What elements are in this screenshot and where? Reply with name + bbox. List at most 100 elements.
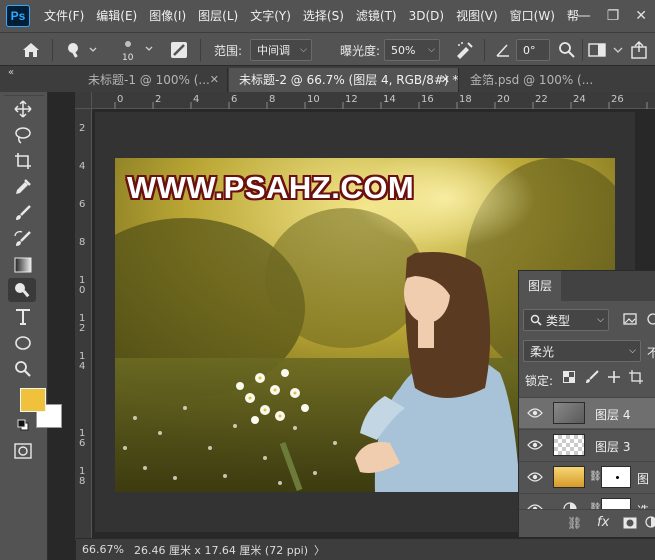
- link-layers-icon[interactable]: ⛓: [567, 516, 582, 530]
- foreground-color-swatch[interactable]: [20, 388, 46, 412]
- fx-button[interactable]: fx: [597, 515, 609, 530]
- ruler-label: 6: [231, 94, 238, 105]
- menu-3d[interactable]: 3D(D): [403, 0, 450, 32]
- menu-image[interactable]: 图像(I): [143, 0, 192, 32]
- angle-input[interactable]: 0°: [516, 39, 550, 61]
- layer-name: 图: [637, 472, 650, 486]
- menu-file[interactable]: 文件(F): [38, 0, 90, 32]
- menu-bar: Ps 文件(F) 编辑(E) 图像(I) 图层(L) 文字(Y) 选择(S) 滤…: [0, 0, 655, 32]
- chevron-down-icon: ⌵: [300, 45, 307, 55]
- layer-filter-select[interactable]: 类型 ⌵: [523, 309, 609, 331]
- restore-button[interactable]: ❐: [607, 8, 620, 24]
- exposure-label: 曝光度:: [340, 44, 381, 58]
- home-icon[interactable]: [18, 39, 44, 61]
- share-icon[interactable]: [628, 39, 650, 61]
- tab-gold-foil[interactable]: 金箔.psd @ 100% (...: [460, 68, 620, 92]
- lasso-tool-icon[interactable]: [12, 124, 34, 146]
- panel-layout-icon[interactable]: [586, 39, 608, 61]
- default-colors-icon[interactable]: [16, 418, 30, 432]
- close-tab-icon[interactable]: ✕: [210, 68, 219, 92]
- range-select[interactable]: 中间调 ⌵: [250, 39, 312, 61]
- layers-tab[interactable]: 图层: [519, 271, 561, 301]
- ruler-label: 16: [421, 94, 434, 105]
- lock-pixels-icon[interactable]: [585, 370, 599, 387]
- lock-artboard-icon[interactable]: [629, 370, 643, 387]
- vertical-ruler[interactable]: 2 4 6 8 1 0 1 2 1 4 1 6 1 8: [75, 109, 92, 540]
- layer-row[interactable]: 图层 4: [519, 397, 655, 428]
- quick-mask-icon[interactable]: [12, 440, 34, 462]
- move-tool-icon[interactable]: [12, 98, 34, 120]
- layer-thumbnail: [553, 402, 585, 424]
- divider: [200, 39, 201, 61]
- zoom-level[interactable]: 66.67%: [82, 543, 124, 556]
- airbrush-icon: [457, 42, 473, 59]
- range-label: 范围:: [214, 44, 243, 58]
- menu-filter[interactable]: 滤镜(T): [350, 0, 403, 32]
- airbrush-toggle[interactable]: [452, 39, 476, 61]
- lock-position-icon[interactable]: [607, 370, 621, 387]
- layers-panel-footer: ⛓ fx: [519, 509, 655, 537]
- visibility-eye-icon[interactable]: [527, 407, 543, 419]
- menu-view[interactable]: 视图(V): [450, 0, 504, 32]
- link-icon: ⛓: [589, 471, 602, 482]
- menu-select[interactable]: 选择(S): [297, 0, 350, 32]
- ruler-label: 12: [345, 94, 358, 105]
- status-menu-icon[interactable]: 〉: [314, 542, 325, 558]
- new-adjustment-icon[interactable]: [645, 516, 655, 528]
- close-tab-icon[interactable]: ✕: [441, 68, 450, 92]
- menu-window[interactable]: 窗口(W): [504, 0, 561, 32]
- tool-preset-picker[interactable]: [62, 39, 100, 61]
- ruler-label: 10: [307, 94, 320, 105]
- add-mask-icon[interactable]: [623, 517, 637, 529]
- chevron-down-icon[interactable]: [610, 39, 626, 61]
- exposure-input[interactable]: 50% ⌵: [384, 39, 440, 61]
- minimize-button[interactable]: —: [577, 8, 591, 24]
- menu-layer[interactable]: 图层(L): [192, 0, 244, 32]
- layer-row[interactable]: ⛓ 图: [519, 461, 655, 492]
- brush-size-picker[interactable]: 10: [112, 37, 158, 63]
- close-button[interactable]: ✕: [635, 8, 647, 24]
- type-tool-icon[interactable]: [12, 306, 34, 328]
- mask-dot: [616, 476, 619, 479]
- dodge-icon: [68, 43, 97, 58]
- ruler-label: 14: [383, 94, 396, 105]
- eyedropper-tool-icon[interactable]: [12, 176, 34, 198]
- tab-untitled-2[interactable]: 未标题-2 @ 66.7% (图层 4, RGB/8#) * ✕: [229, 68, 459, 92]
- collapse-panel-icon[interactable]: «: [8, 67, 14, 78]
- blend-mode-select[interactable]: 柔光 ⌵: [523, 340, 641, 362]
- tab-untitled-1[interactable]: 未标题-1 @ 100% (... ✕: [78, 68, 228, 92]
- ruler-label: 8: [79, 237, 86, 248]
- gradient-tool-icon[interactable]: [12, 254, 34, 276]
- visibility-eye-icon[interactable]: [527, 439, 543, 451]
- ruler-label: 20: [497, 94, 510, 105]
- dodge-tool-icon[interactable]: [8, 278, 36, 302]
- window-controls: — ❐ ✕: [577, 0, 647, 32]
- ruler-label: 18: [459, 94, 472, 105]
- ruler-label: 1 0: [79, 275, 86, 296]
- ellipse-tool-icon[interactable]: [12, 332, 34, 354]
- brush-settings-icon: [171, 42, 187, 58]
- divider: [484, 39, 485, 61]
- layer-name: 图层 3: [595, 440, 631, 454]
- horizontal-ruler[interactable]: 0 2 4 6 8 10 12 14 16 18 20 22 24 26: [75, 92, 655, 109]
- tab-label: 未标题-2 @ 66.7% (图层 4, RGB/8#) *: [239, 73, 459, 87]
- layer-row[interactable]: 图层 3: [519, 429, 655, 460]
- visibility-eye-icon[interactable]: [527, 471, 543, 483]
- layer-mask-thumbnail[interactable]: [601, 466, 631, 488]
- menu-type[interactable]: 文字(Y): [244, 0, 297, 32]
- ruler-label: 26: [611, 94, 624, 105]
- zoom-tool-icon[interactable]: [12, 358, 34, 380]
- blend-mode-value: 柔光: [530, 344, 555, 359]
- brush-tool-icon[interactable]: [12, 202, 34, 224]
- ruler-origin[interactable]: [75, 92, 92, 109]
- image-filter-icon[interactable]: [623, 313, 639, 327]
- crop-tool-icon[interactable]: [12, 150, 34, 172]
- lock-transparent-icon[interactable]: [563, 371, 575, 386]
- adjustment-filter-icon[interactable]: [647, 313, 655, 327]
- brush-panel-toggle[interactable]: [168, 39, 190, 61]
- history-brush-tool-icon[interactable]: [12, 228, 34, 250]
- menu-edit[interactable]: 编辑(E): [90, 0, 143, 32]
- angle-icon: [494, 41, 512, 59]
- tab-label: 未标题-1 @ 100% (...: [88, 73, 210, 87]
- protect-tones-toggle[interactable]: [556, 39, 578, 61]
